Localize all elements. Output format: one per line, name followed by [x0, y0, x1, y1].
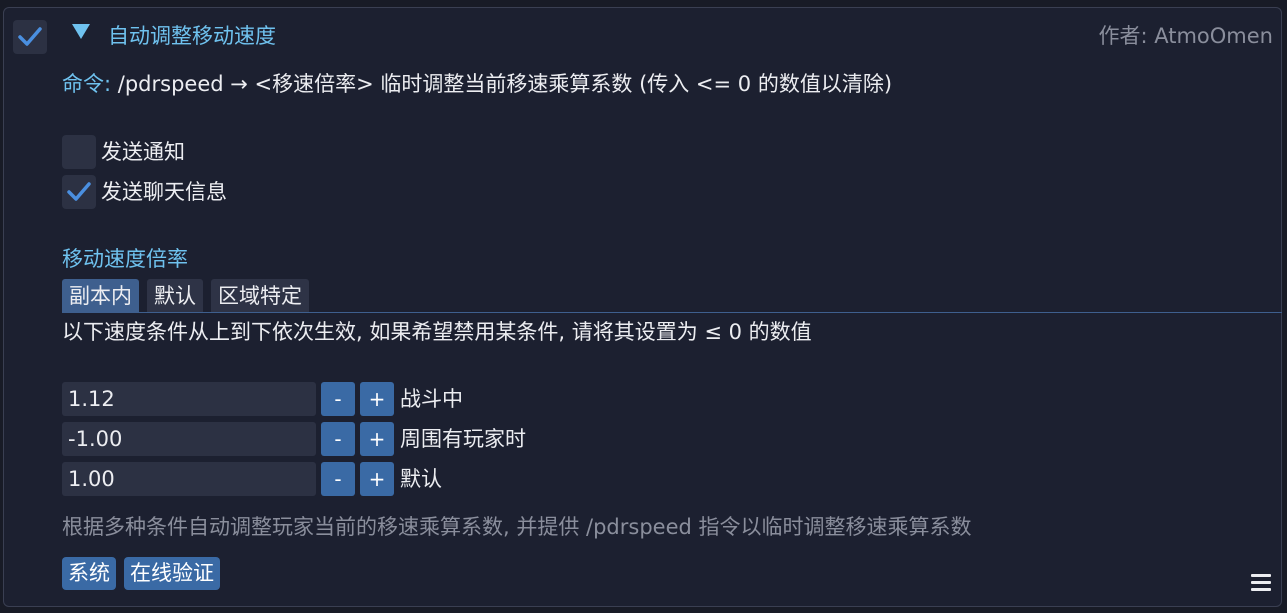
hamburger-menu-icon[interactable]	[1251, 574, 1271, 592]
checkmark-icon	[18, 27, 42, 46]
enable-checkbox[interactable]	[13, 20, 47, 54]
command-line: 命令: /pdrspeed → <移速倍率> 临时调整当前移速乘算系数 (传入 …	[62, 69, 892, 99]
default-speed-input[interactable]	[62, 462, 316, 496]
tab-default[interactable]: 默认	[147, 279, 203, 313]
send-chat-label: 发送聊天信息	[101, 180, 227, 204]
default-plus-button[interactable]: +	[360, 462, 394, 496]
tag-online-verification[interactable]: 在线验证	[124, 557, 220, 590]
default-minus-button[interactable]: -	[321, 462, 355, 496]
players-nearby-speed-input[interactable]	[62, 422, 316, 456]
plugin-description: 根据多种条件自动调整玩家当前的移速乘算系数, 并提供 /pdrspeed 指令以…	[62, 515, 972, 539]
send-notification-label: 发送通知	[101, 140, 185, 164]
players-nearby-label: 周围有玩家时	[400, 427, 526, 451]
section-title: 移动速度倍率	[62, 247, 188, 271]
triangle-down-icon[interactable]	[72, 24, 90, 39]
plugin-title[interactable]: 自动调整移动速度	[108, 21, 276, 51]
command-text: /pdrspeed → <移速倍率> 临时调整当前移速乘算系数 (传入 <= 0…	[117, 72, 893, 96]
hint-text: 以下速度条件从上到下依次生效, 如果希望禁用某条件, 请将其设置为 ≤ 0 的数…	[62, 320, 812, 344]
default-label: 默认	[400, 467, 442, 491]
author-label: 作者: AtmoOmen	[1098, 24, 1273, 48]
checkmark-icon	[67, 182, 91, 201]
combat-minus-button[interactable]: -	[321, 382, 355, 416]
tab-dungeon[interactable]: 副本内	[62, 279, 139, 313]
send-notification-checkbox[interactable]	[62, 135, 96, 169]
tag-system[interactable]: 系统	[62, 557, 116, 590]
combat-speed-input[interactable]	[62, 382, 316, 416]
command-label: 命令:	[62, 72, 112, 96]
combat-label: 战斗中	[400, 387, 463, 411]
players-nearby-minus-button[interactable]: -	[321, 422, 355, 456]
players-nearby-plus-button[interactable]: +	[360, 422, 394, 456]
tab-zone-specific[interactable]: 区域特定	[211, 279, 309, 313]
send-chat-checkbox[interactable]	[62, 175, 96, 209]
tab-divider	[62, 312, 1282, 313]
combat-plus-button[interactable]: +	[360, 382, 394, 416]
